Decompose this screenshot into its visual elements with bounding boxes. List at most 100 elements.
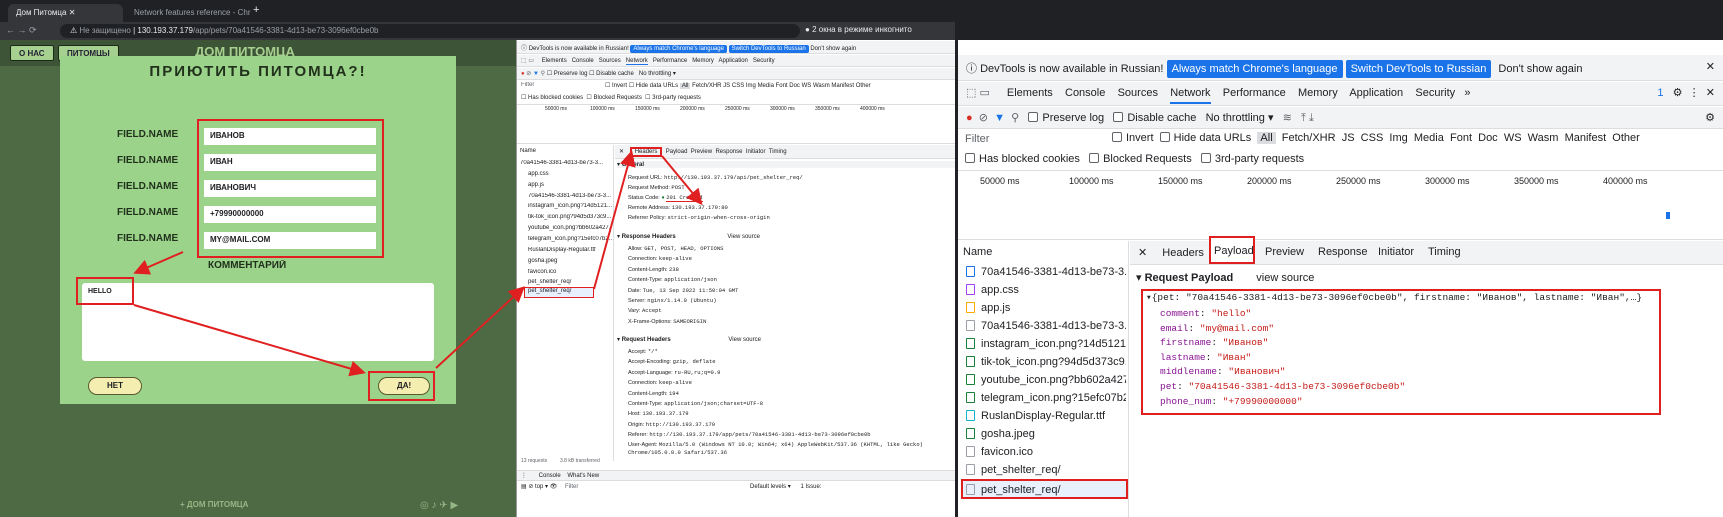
type-manifest[interactable]: Manifest — [1565, 132, 1607, 144]
type-ws[interactable]: WS — [1504, 132, 1522, 144]
third-party-checkbox[interactable]: 3rd-party requests — [1215, 153, 1304, 165]
type-all[interactable]: All — [679, 83, 691, 89]
type-img[interactable]: Img — [746, 83, 756, 89]
request-row[interactable]: youtube_icon.png?bb602a427... — [528, 225, 612, 231]
tab-payload[interactable]: Payload — [666, 149, 688, 155]
filter-icon[interactable]: ▼ — [533, 71, 539, 77]
type-other[interactable]: Other — [856, 83, 871, 89]
inspect-icon[interactable]: ⬚ ▭ — [966, 87, 990, 99]
email-input[interactable]: MY@MAIL.COM — [204, 232, 376, 249]
menu-icon[interactable]: ⋮ — [521, 473, 527, 479]
wifi-icon[interactable]: ≋ — [1283, 112, 1292, 124]
request-row[interactable]: gosha.jpeg — [528, 258, 612, 264]
tab-memory[interactable]: Memory — [1298, 87, 1338, 99]
tab-console[interactable]: Console — [1065, 87, 1105, 99]
blocked-requests-checkbox[interactable]: Blocked Requests — [593, 95, 641, 101]
match-language-button[interactable]: Always match Chrome's language — [1166, 60, 1343, 78]
sidebar-icon[interactable]: ▤ — [521, 484, 527, 490]
request-row-selected[interactable]: pet_shelter_req/ — [524, 287, 594, 298]
preserve-log-checkbox[interactable]: Preserve log — [554, 71, 588, 77]
blocked-cookies-checkbox[interactable]: Has blocked cookies — [528, 95, 583, 101]
tab-security[interactable]: Security — [1415, 87, 1455, 99]
search-icon[interactable]: ⚲ — [541, 71, 545, 77]
blocked-requests-checkbox[interactable]: Blocked Requests — [1103, 153, 1192, 165]
tab-performance[interactable]: Performance — [1223, 87, 1286, 99]
clear-icon[interactable]: ⊘ — [526, 71, 531, 77]
settings-icon[interactable]: 1 ⚙ ⋮ ✕ — [1657, 86, 1715, 99]
request-row[interactable]: tik-tok_icon.png?94d5d373c9... — [528, 214, 612, 220]
tab-application[interactable]: Application — [719, 58, 748, 64]
issues-counter[interactable]: 1 Issue: — [800, 484, 821, 490]
tab-sources[interactable]: Sources — [1118, 87, 1158, 99]
request-row[interactable]: 70a41546-3381-4d13-be73-3... — [520, 160, 612, 166]
request-row[interactable]: app.css — [528, 171, 612, 177]
search-icon[interactable]: ⚲ — [1011, 112, 1019, 124]
request-row[interactable]: RuslanDisplay-Regular.ttf — [528, 247, 612, 253]
hide-data-urls-checkbox[interactable]: Hide data URLs — [1174, 132, 1252, 144]
request-row[interactable]: telegram_icon.png?15efc07b2... — [966, 392, 1126, 404]
invert-checkbox[interactable]: Invert — [612, 83, 627, 89]
request-row[interactable]: gosha.jpeg — [966, 428, 1126, 440]
issues-badge[interactable]: 1 — [1657, 87, 1663, 99]
type-doc[interactable]: Doc — [1478, 132, 1498, 144]
request-row[interactable]: RuslanDisplay-Regular.ttf — [966, 410, 1126, 422]
view-source-link[interactable]: View source — [728, 337, 761, 343]
tab-response[interactable]: Response — [715, 149, 742, 155]
levels-select[interactable]: Default levels — [750, 484, 786, 490]
close-icon[interactable]: ✕ — [1138, 247, 1147, 259]
close-icon[interactable]: ✕ — [69, 8, 76, 17]
general-section-title[interactable]: ▾ General — [617, 161, 955, 168]
type-js[interactable]: JS — [1342, 132, 1355, 144]
request-row[interactable]: 70a41546-3381-4d13-be73-3... — [966, 320, 1126, 332]
drawer-tab-console[interactable]: Console — [539, 473, 561, 479]
social-icons[interactable]: ◎ ♪ ✈ ▶ — [420, 500, 458, 511]
request-headers-title[interactable]: ▾ Request Headers View source — [617, 336, 955, 343]
request-row[interactable]: 70a41546-3381-4d13-be73-3... — [528, 193, 612, 199]
context-select[interactable]: top — [535, 484, 543, 490]
hide-data-urls-checkbox[interactable]: Hide data URLs — [636, 83, 678, 89]
type-fetch[interactable]: Fetch/XHR — [692, 83, 721, 89]
throttling-select[interactable]: No throttling — [1206, 112, 1265, 124]
record-icon[interactable]: ● — [966, 112, 973, 124]
view-source-link[interactable]: View source — [727, 234, 760, 240]
request-row[interactable]: favicon.ico — [966, 446, 1126, 458]
type-ws[interactable]: WS — [802, 83, 812, 89]
request-row[interactable]: instagram_icon.png?14d5121... — [528, 203, 612, 209]
browser-tab[interactable]: Дом Питомца ✕ — [8, 4, 123, 22]
request-row[interactable]: app.js — [966, 302, 1126, 314]
tab-sources[interactable]: Sources — [599, 58, 621, 64]
request-row[interactable]: app.js — [528, 182, 612, 188]
dont-show-button[interactable]: Don't show again — [1498, 63, 1582, 75]
throttling-select[interactable]: No throttling — [639, 71, 671, 77]
blocked-cookies-checkbox[interactable]: Has blocked cookies — [979, 153, 1080, 165]
tab-initiator[interactable]: Initiator — [746, 149, 766, 155]
type-wasm[interactable]: Wasm — [1528, 132, 1559, 144]
filter-icon[interactable]: ▼ — [994, 112, 1005, 124]
browser-tab[interactable]: Network features reference - Chr ✕ — [126, 4, 251, 22]
type-img[interactable]: Img — [1389, 132, 1407, 144]
type-manifest[interactable]: Manifest — [831, 83, 854, 89]
third-party-checkbox[interactable]: 3rd-party requests — [652, 95, 701, 101]
tab-response[interactable]: Response — [1318, 246, 1368, 258]
request-row[interactable]: youtube_icon.png?bb602a427... — [966, 374, 1126, 386]
drawer-tab-whats-new[interactable]: What's New — [567, 473, 599, 479]
settings-icon[interactable]: ⚙ — [1705, 111, 1715, 124]
request-row[interactable]: pet_shelter_req/ — [528, 279, 612, 285]
type-media[interactable]: Media — [1414, 132, 1444, 144]
nav-arrows-icon[interactable]: ← → ⟳ — [6, 25, 37, 36]
request-row[interactable]: favicon.ico — [528, 269, 612, 275]
omnibox[interactable]: ⚠ Не защищено | 130.193.37.179/app/pets/… — [60, 24, 800, 38]
type-js[interactable]: JS — [723, 83, 730, 89]
invert-checkbox[interactable]: Invert — [1126, 132, 1154, 144]
type-all[interactable]: All — [1257, 132, 1276, 144]
type-css[interactable]: CSS — [1361, 132, 1384, 144]
new-tab-icon[interactable]: + — [253, 4, 259, 16]
tab-network[interactable]: Network — [1170, 87, 1211, 104]
payload-summary[interactable]: ▾{pet: "70a41546-3381-4d13-be73-3096ef0c… — [1146, 292, 1656, 303]
type-font[interactable]: Font — [776, 83, 788, 89]
request-row[interactable]: app.css — [966, 284, 1126, 296]
switch-russian-button[interactable]: Switch DevTools to Russian — [1345, 60, 1492, 78]
dont-show-button[interactable]: Don't show again — [810, 46, 856, 52]
request-row[interactable]: instagram_icon.png?14d5121... — [966, 338, 1126, 350]
tab-initiator[interactable]: Initiator — [1378, 246, 1414, 258]
